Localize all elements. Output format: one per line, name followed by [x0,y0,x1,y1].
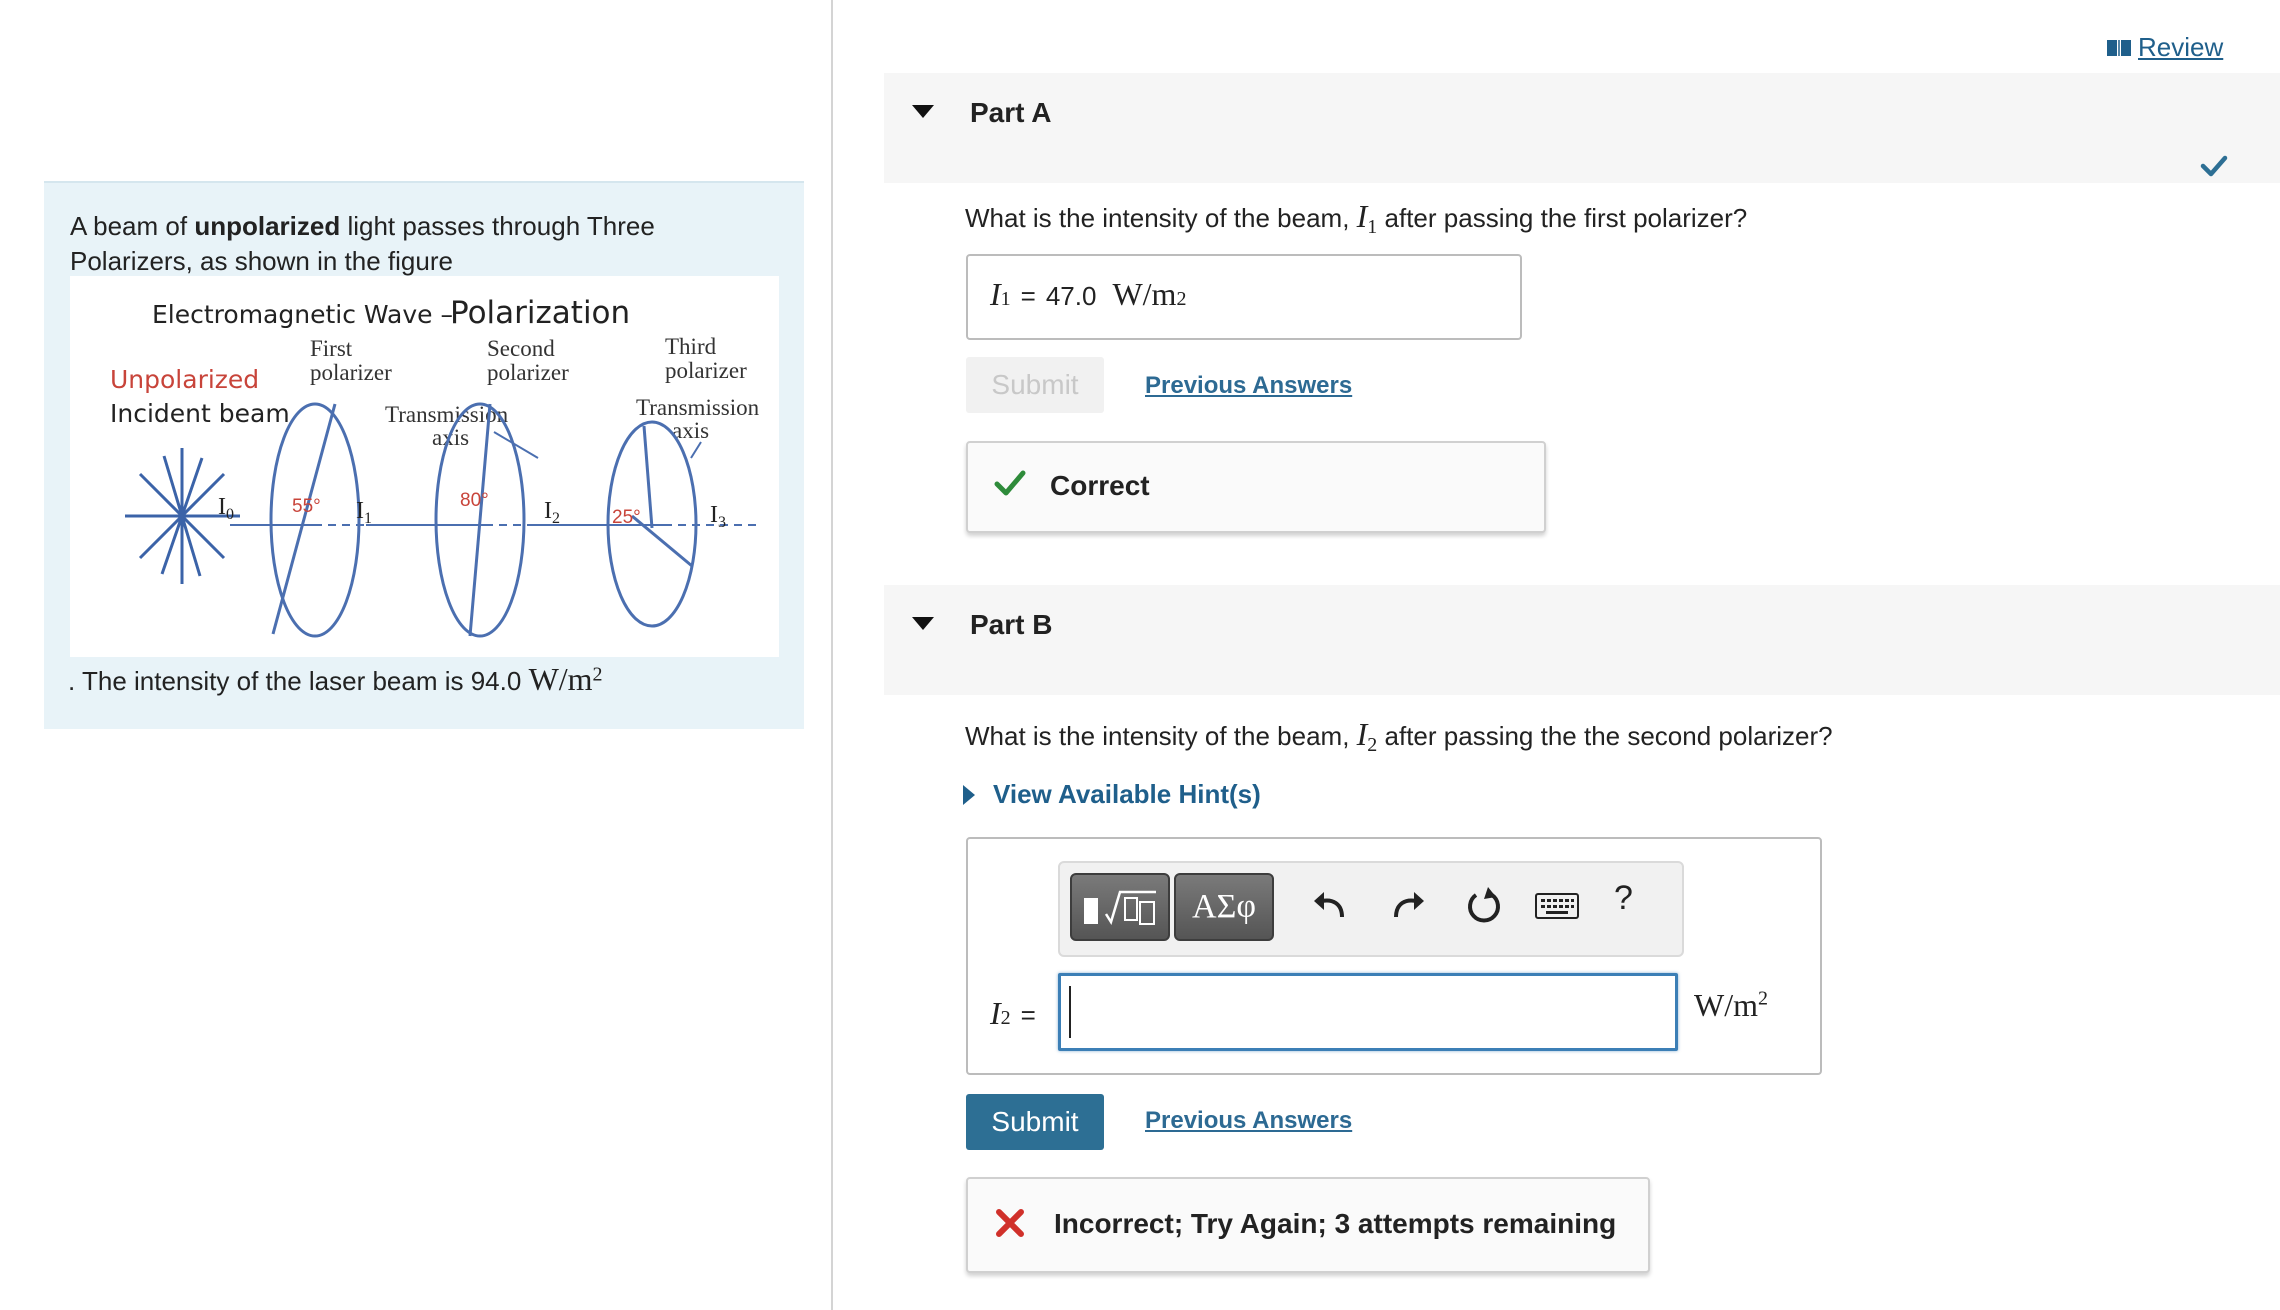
part-a-previous-answers-link[interactable]: Previous Answers [1145,372,1352,400]
incident-beam-label: Incident beam [110,399,290,428]
second-label: Second [487,336,555,361]
feedback-message: Correct [1050,470,1150,501]
part-b-answer-input[interactable] [1058,973,1678,1051]
answer-variable-sub: 2 [1000,1007,1011,1029]
polarization-diagram: Electromagnetic Wave – Polarization Unpo… [110,295,760,638]
intensity-text: . The intensity of the laser beam is 94.… [68,661,603,698]
question-variable-sub: 1 [1367,216,1378,239]
question-variable: I [1356,716,1368,752]
part-b-title: Part B [970,609,1053,640]
equals-sign: = [1020,1000,1036,1030]
angle2-label: 80° [460,490,489,511]
math-toolbar: ΑΣφ ? [1058,861,1684,957]
part-a-feedback: Correct [966,441,1546,533]
first-label: First [310,336,353,361]
view-hints-link[interactable]: View Available Hint(s) [963,779,1261,810]
book-icon [2107,39,2131,56]
question-text: after passing the first polarizer? [1377,203,1748,233]
left-pane: A beam of unpolarized light passes throu… [0,0,831,1310]
redo-icon[interactable] [1388,885,1428,925]
intro-text-part: A beam of [70,211,195,241]
part-b-header[interactable]: Part B [884,585,2280,695]
unpolarized-label: Unpolarized [110,365,259,394]
part-a-title: Part A [970,97,1052,128]
collapse-triangle-icon[interactable] [912,105,934,118]
part-a-question: What is the intensity of the beam, I1 af… [965,198,1747,239]
question-variable: I [1356,198,1368,234]
angle3-label: 25° [612,507,641,528]
review-label[interactable]: Review [2138,32,2223,63]
review-link[interactable]: Review [2106,32,2223,63]
answer-unit-exponent: 2 [1176,288,1187,310]
equals-sign: = [1020,281,1036,311]
third-polarizer-axis [642,425,654,529]
answer-variable: I [990,995,1001,1031]
transmission-axis-2 [468,403,492,637]
greek-symbols-button[interactable]: ΑΣφ [1174,873,1274,941]
templates-button[interactable] [1070,873,1170,941]
part-b-submit-button[interactable]: Submit [966,1094,1104,1150]
angle1-label: 55° [292,496,321,517]
part-b-feedback: Incorrect; Try Again; 3 attempts remaini… [966,1177,1650,1273]
intensity-prefix: . The intensity of the laser beam is 94.… [68,666,529,696]
collapse-triangle-icon[interactable] [912,617,934,630]
templates-icon [1084,890,1156,926]
question-variable-sub: 2 [1367,734,1378,757]
answer-unit: W/m [1112,276,1177,312]
question-text: What is the intensity of the beam, [965,721,1357,751]
I1-label: I1 [356,498,372,527]
part-b-question: What is the intensity of the beam, I2 af… [965,716,1833,757]
undo-icon[interactable] [1310,885,1350,925]
answer-variable: I [990,276,1001,312]
help-button[interactable]: ? [1614,879,1633,918]
I3-label: I3 [710,502,726,531]
I2-label: I2 [544,498,560,527]
answer-variable-sub: 1 [1000,288,1011,310]
intro-panel: A beam of unpolarized light passes throu… [44,181,804,729]
figure-title-big: Polarization [450,295,630,331]
question-text: What is the intensity of the beam, [965,203,1357,233]
I0-label: I0 [218,494,234,523]
part-b-answer-label: I2 = [990,995,1036,1032]
reset-icon[interactable] [1462,885,1506,929]
polarization-figure: Electromagnetic Wave – Polarization Unpo… [70,276,779,657]
third-label: Third [665,334,717,359]
question-text: after passing the the second polarizer? [1377,721,1833,751]
correct-check-icon [994,470,1026,496]
part-b-unit: W/m2 [1694,987,1768,1024]
text-caret [1069,986,1071,1038]
figure-title: Electromagnetic Wave – [152,300,453,329]
polarizer-label: polarizer [487,360,569,385]
intro-text: A beam of unpolarized light passes throu… [70,209,750,279]
part-a-answer-box: I1 = 47.0 W/m 2 [966,254,1522,340]
polarizer-label: polarizer [310,360,392,385]
feedback-message: Incorrect; Try Again; 3 attempts remaini… [1054,1208,1617,1239]
transmission-label: Transmission [636,395,760,420]
part-a-header[interactable]: Part A [884,73,2280,183]
keyboard-icon[interactable] [1534,891,1580,921]
hint-label[interactable]: View Available Hint(s) [993,779,1261,810]
unit-text: W/m [1694,987,1758,1023]
answer-value: 47.0 [1045,281,1097,311]
intensity-unit: W/m [528,661,593,697]
intensity-unit-exponent: 2 [592,663,603,686]
pane-divider[interactable] [831,0,833,1310]
part-b-previous-answers-link[interactable]: Previous Answers [1145,1107,1352,1135]
part-a-complete-check-icon [2200,155,2228,177]
part-a-submit-button: Submit [966,357,1104,413]
unit-exponent: 2 [1757,987,1768,1010]
polarizer-label: polarizer [665,358,747,383]
expand-triangle-icon[interactable] [963,784,975,805]
incorrect-x-icon [996,1209,1024,1237]
transmission-axis-3 [631,514,693,568]
axis-pointer [690,441,702,459]
part-b-answer-box: ΑΣφ ? I2 = W/m2 [966,837,1822,1075]
first-polarizer [269,402,361,638]
intro-bold-text: unpolarized [194,211,341,241]
